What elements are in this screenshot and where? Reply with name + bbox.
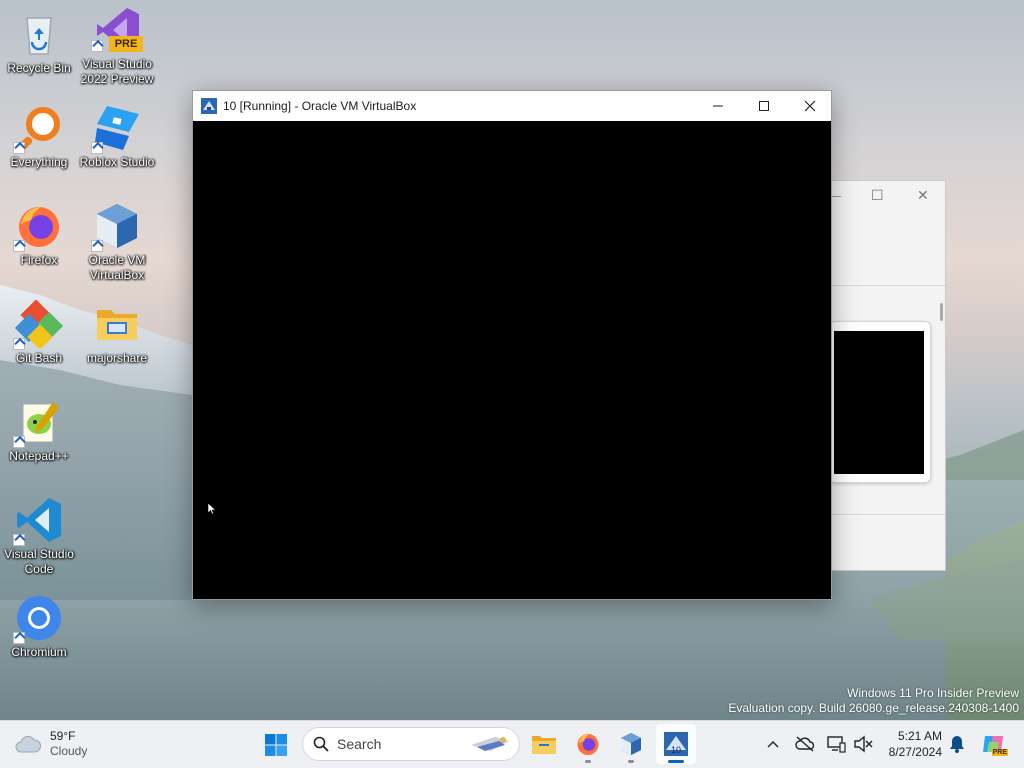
vm-display-screen[interactable] bbox=[193, 121, 831, 599]
watermark-build: Evaluation copy. Build 26080.ge_release.… bbox=[728, 701, 1019, 715]
weather-condition: Cloudy bbox=[50, 744, 88, 758]
maximize-button[interactable]: ☐ bbox=[871, 187, 884, 204]
vm-window-titlebar[interactable]: 10 [Running] - Oracle VM VirtualBox bbox=[193, 91, 831, 121]
background-window[interactable]: — ☐ ✕ bbox=[818, 180, 946, 571]
notifications-button[interactable] bbox=[946, 732, 968, 756]
visual-studio-preview-icon: PRE bbox=[91, 6, 143, 54]
mouse-cursor-icon bbox=[208, 503, 216, 515]
desktop-icon-vscode[interactable]: Visual Studio Code bbox=[0, 496, 80, 577]
active-indicator bbox=[668, 760, 684, 763]
maximize-icon bbox=[759, 101, 769, 111]
git-bash-icon bbox=[13, 299, 64, 350]
taskbar-virtualbox[interactable] bbox=[611, 724, 651, 764]
vm-preview-thumbnail bbox=[829, 321, 931, 483]
vm-window-title: 10 [Running] - Oracle VM VirtualBox bbox=[223, 99, 417, 113]
search-highlight-illustration-icon bbox=[471, 737, 509, 751]
desktop-icon-label: Oracle VM VirtualBox bbox=[88, 253, 146, 282]
virtualbox-app-icon bbox=[201, 98, 217, 114]
bell-icon bbox=[950, 736, 964, 753]
scrollbar-thumb[interactable] bbox=[940, 303, 943, 321]
virtualbox-icon bbox=[621, 733, 641, 755]
desktop-icon-git-bash[interactable]: Git Bash bbox=[0, 299, 80, 366]
maximize-button[interactable] bbox=[741, 91, 787, 121]
roblox-studio-icon bbox=[91, 104, 141, 154]
start-button[interactable] bbox=[256, 725, 296, 765]
desktop-icon-label: Chromium bbox=[11, 645, 67, 659]
windows-logo-icon bbox=[265, 734, 287, 756]
desktop-icon-label: Firefox bbox=[20, 253, 58, 267]
network-icon bbox=[827, 736, 846, 753]
desktop-icon-everything[interactable]: Everything bbox=[0, 104, 80, 170]
desktop-icon-visual-studio-preview[interactable]: PRE Visual Studio 2022 Preview bbox=[76, 6, 158, 87]
minimize-icon bbox=[713, 105, 723, 107]
notepad-plus-plus-icon bbox=[13, 398, 63, 448]
close-icon bbox=[804, 100, 816, 112]
copilot-button[interactable]: PRE bbox=[980, 732, 1008, 756]
search-icon bbox=[313, 736, 329, 752]
desktop-icon-roblox-studio[interactable]: Roblox Studio bbox=[76, 104, 158, 170]
cloud-offline-icon bbox=[795, 736, 815, 752]
clock-time: 5:21 AM bbox=[897, 729, 942, 743]
show-hidden-icons-button[interactable] bbox=[762, 732, 784, 756]
divider bbox=[819, 514, 945, 515]
chevron-up-icon bbox=[767, 741, 779, 748]
desktop-icon-notepad-plus-plus[interactable]: Notepad++ bbox=[0, 398, 80, 464]
desktop-icon-label: Notepad++ bbox=[9, 449, 69, 463]
svg-text:10: 10 bbox=[671, 745, 681, 755]
taskbar-file-explorer[interactable] bbox=[524, 724, 564, 764]
divider bbox=[819, 285, 945, 286]
virtualbox-vm-window[interactable]: 10 [Running] - Oracle VM VirtualBox bbox=[192, 90, 832, 600]
desktop-icon-virtualbox[interactable]: Oracle VM VirtualBox bbox=[76, 202, 158, 283]
desktop-icon-recycle-bin[interactable]: Recycle Bin bbox=[0, 10, 80, 76]
clock-date: 8/27/2024 bbox=[888, 745, 942, 759]
firefox-icon bbox=[577, 734, 599, 755]
windows-watermark: Windows 11 Pro Insider Preview Evaluatio… bbox=[728, 686, 1019, 716]
tray-volume[interactable] bbox=[852, 732, 874, 756]
weather-widget[interactable]: 59°F Cloudy bbox=[14, 729, 87, 759]
folder-icon bbox=[93, 300, 141, 348]
preview-badge: PRE bbox=[991, 749, 1008, 756]
close-button[interactable]: ✕ bbox=[917, 187, 929, 204]
taskbar-search-box[interactable] bbox=[302, 727, 520, 761]
desktop-icon-label: Visual Studio Code bbox=[4, 547, 74, 576]
weather-temperature: 59°F bbox=[50, 729, 76, 743]
background-window-titlebar[interactable]: — ☐ ✕ bbox=[819, 181, 945, 211]
desktop-icon-label: Visual Studio 2022 Preview bbox=[80, 57, 154, 86]
watermark-edition: Windows 11 Pro Insider Preview bbox=[847, 686, 1019, 700]
tray-onedrive[interactable] bbox=[794, 732, 816, 756]
tray-network[interactable] bbox=[825, 732, 847, 756]
desktop-icon-label: Recycle Bin bbox=[7, 61, 71, 75]
minimize-button[interactable] bbox=[695, 91, 741, 121]
cloud-icon bbox=[15, 735, 41, 753]
volume-muted-icon bbox=[854, 735, 873, 753]
firefox-icon bbox=[13, 202, 63, 252]
system-clock[interactable]: 5:21 AM 8/27/2024 bbox=[880, 728, 942, 760]
chromium-icon bbox=[13, 594, 63, 644]
running-indicator bbox=[585, 760, 591, 763]
desktop-icon-label: Roblox Studio bbox=[79, 155, 155, 169]
search-input[interactable] bbox=[337, 736, 467, 752]
virtualbox-icon bbox=[91, 202, 141, 252]
vm-preview-screen bbox=[834, 331, 924, 474]
desktop-icon-label: majorshare bbox=[86, 351, 148, 365]
everything-search-icon bbox=[13, 104, 63, 154]
vm-windows10-icon: 10 bbox=[664, 732, 688, 756]
taskbar-vm-10[interactable]: 10 bbox=[656, 724, 696, 764]
desktop-icon-firefox[interactable]: Firefox bbox=[0, 202, 80, 268]
preview-badge: PRE bbox=[109, 36, 143, 52]
desktop-icon-label: Everything bbox=[10, 155, 68, 169]
running-indicator bbox=[628, 760, 634, 763]
desktop-icon-label: Git Bash bbox=[15, 351, 63, 365]
file-explorer-icon bbox=[532, 736, 556, 754]
vscode-icon bbox=[13, 496, 63, 546]
recycle-bin-icon bbox=[15, 10, 63, 58]
close-button[interactable] bbox=[787, 91, 833, 121]
desktop-icon-chromium[interactable]: Chromium bbox=[0, 594, 80, 660]
taskbar-firefox[interactable] bbox=[568, 724, 608, 764]
desktop-icon-majorshare[interactable]: majorshare bbox=[76, 300, 158, 366]
